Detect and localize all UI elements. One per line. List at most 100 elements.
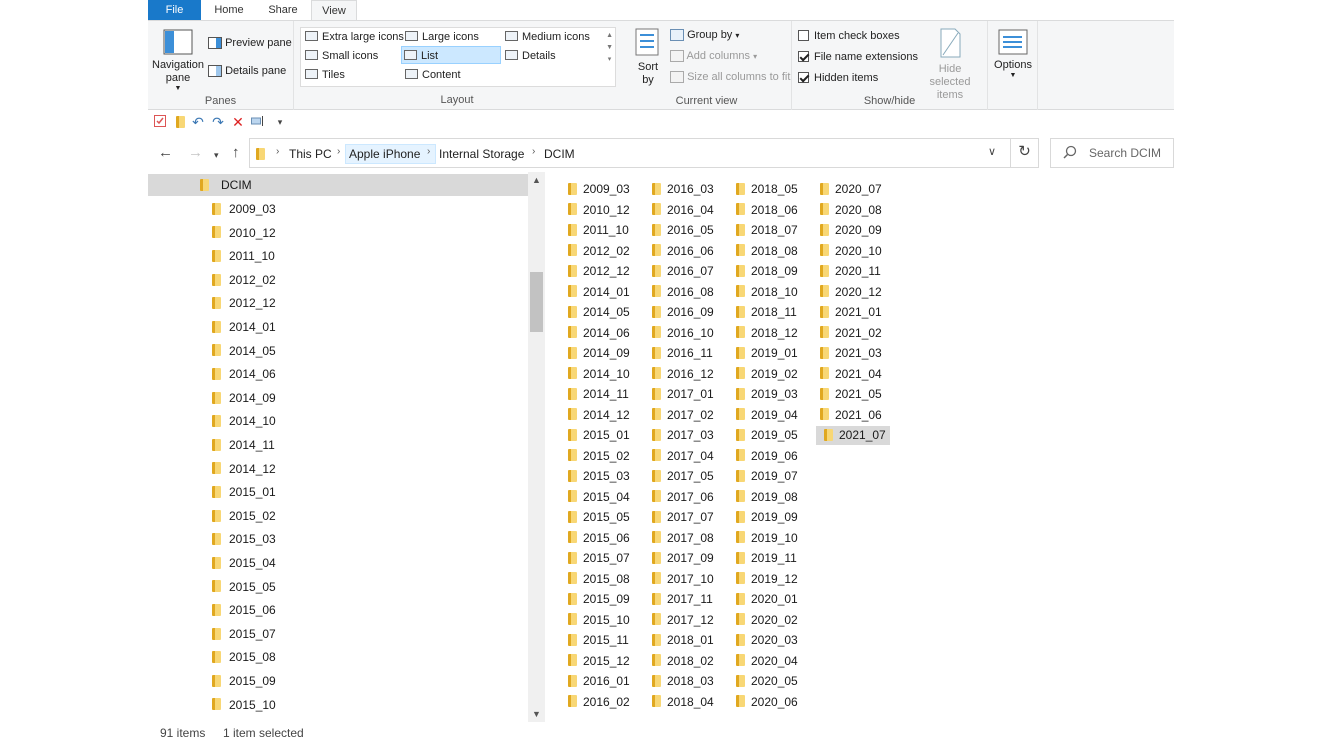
file-name-extensions-checkbox[interactable] (798, 50, 809, 62)
folder-item[interactable]: 2020_01 (728, 590, 810, 609)
folder-item[interactable]: 2016_11 (644, 344, 726, 363)
folder-item[interactable]: 2020_04 (728, 652, 810, 671)
folder-item[interactable]: 2016_05 (644, 221, 726, 240)
folder-item[interactable]: 2015_06 (560, 529, 642, 548)
undo-icon[interactable]: ↶ (190, 114, 206, 130)
breadcrumb-chevron-icon[interactable]: › (337, 146, 340, 157)
breadcrumb-this-pc[interactable]: This PC (286, 145, 335, 163)
folder-item[interactable]: 2016_02 (560, 693, 642, 712)
tree-item-dcim[interactable]: DCIM (148, 174, 528, 196)
folder-item[interactable]: 2021_01 (812, 303, 894, 322)
redo-icon[interactable]: ↷ (210, 114, 226, 130)
hidden-items-checkbox[interactable] (798, 71, 809, 83)
folder-item[interactable]: 2021_03 (812, 344, 894, 363)
folder-item[interactable]: 2012_02 (560, 242, 642, 261)
folder-item[interactable]: 2018_04 (644, 693, 726, 712)
folder-item[interactable]: 2014_09 (560, 344, 642, 363)
folder-item[interactable]: 2019_08 (728, 488, 810, 507)
tree-item[interactable]: 2012_12 (148, 292, 528, 314)
folder-item[interactable]: 2017_07 (644, 508, 726, 527)
navigation-pane-button[interactable]: Navigation pane ▼ (151, 29, 205, 92)
folder-item[interactable]: 2016_08 (644, 283, 726, 302)
folder-item[interactable]: 2015_03 (560, 467, 642, 486)
tab-share[interactable]: Share (258, 0, 308, 20)
refresh-icon[interactable]: ↻ (1010, 138, 1038, 168)
folder-item[interactable]: 2019_07 (728, 467, 810, 486)
folder-item[interactable]: 2020_08 (812, 201, 894, 220)
folder-item[interactable]: 2016_10 (644, 324, 726, 343)
folder-item[interactable]: 2019_04 (728, 406, 810, 425)
forward-arrow-icon[interactable]: → (188, 144, 203, 162)
breadcrumb-chevron-icon[interactable]: › (276, 146, 279, 157)
folder-item[interactable]: 2015_09 (560, 590, 642, 609)
folder-item[interactable]: 2014_11 (560, 385, 642, 404)
tree-item[interactable]: 2011_10 (148, 245, 528, 267)
folder-item[interactable]: 2014_12 (560, 406, 642, 425)
layout-medium-icons[interactable]: Medium icons (503, 28, 590, 46)
folder-item[interactable]: 2020_03 (728, 631, 810, 650)
folder-item[interactable]: 2015_02 (560, 447, 642, 466)
folder-item[interactable]: 2018_10 (728, 283, 810, 302)
up-arrow-icon[interactable]: ↑ (232, 144, 240, 162)
folder-item[interactable]: 2015_10 (560, 611, 642, 630)
folder-item[interactable]: 2019_11 (728, 549, 810, 568)
breadcrumb-chevron-icon[interactable]: › (427, 146, 430, 157)
folder-item[interactable]: 2019_05 (728, 426, 810, 445)
tab-home[interactable]: Home (205, 0, 253, 20)
folder-item[interactable]: 2020_10 (812, 242, 894, 261)
folder-item[interactable]: 2018_03 (644, 672, 726, 691)
tree-item[interactable]: 2014_05 (148, 340, 528, 362)
folder-item[interactable]: 2019_10 (728, 529, 810, 548)
add-columns-button[interactable]: Add columns ▾ (670, 48, 757, 65)
tree-item[interactable]: 2015_07 (148, 623, 528, 645)
folder-item[interactable]: 2020_02 (728, 611, 810, 630)
folder-item[interactable]: 2020_06 (728, 693, 810, 712)
breadcrumb-dcim[interactable]: DCIM (541, 145, 578, 163)
folder-item[interactable]: 2021_02 (812, 324, 894, 343)
folder-item[interactable]: 2017_08 (644, 529, 726, 548)
folder-item[interactable]: 2020_11 (812, 262, 894, 281)
folder-item[interactable]: 2017_11 (644, 590, 726, 609)
folder-item[interactable]: 2018_08 (728, 242, 810, 261)
sort-by-button[interactable]: Sort by (628, 27, 668, 87)
size-all-columns-button[interactable]: Size all columns to fit (670, 69, 790, 85)
folder-item[interactable]: 2019_01 (728, 344, 810, 363)
folder-item[interactable]: 2017_03 (644, 426, 726, 445)
folder-item[interactable]: 2018_02 (644, 652, 726, 671)
folder-item[interactable]: 2014_05 (560, 303, 642, 322)
rename-icon[interactable] (250, 114, 266, 130)
folder-item[interactable]: 2018_11 (728, 303, 810, 322)
tree-item[interactable]: 2015_04 (148, 552, 528, 574)
hide-selected-items-button[interactable]: Hide selected items (916, 27, 984, 102)
tab-file[interactable]: File (148, 0, 201, 20)
preview-pane-button[interactable]: Preview pane (208, 35, 292, 51)
folder-item[interactable]: 2019_06 (728, 447, 810, 466)
tree-item[interactable]: 2015_08 (148, 646, 528, 668)
layout-list[interactable]: List (401, 46, 501, 64)
folder-item[interactable]: 2016_01 (560, 672, 642, 691)
tree-item[interactable]: 2010_12 (148, 222, 528, 244)
layout-content[interactable]: Content (403, 66, 461, 84)
scroll-down-arrow-icon[interactable]: ▼ (532, 709, 541, 719)
layout-details[interactable]: Details (503, 47, 556, 65)
tree-item[interactable]: 2014_11 (148, 434, 528, 456)
folder-item[interactable]: 2012_12 (560, 262, 642, 281)
layout-small-icons[interactable]: Small icons (303, 47, 378, 65)
folder-item[interactable]: 2018_05 (728, 180, 810, 199)
folder-item[interactable]: 2015_11 (560, 631, 642, 650)
folder-item[interactable]: 2017_02 (644, 406, 726, 425)
folder-item[interactable]: 2014_01 (560, 283, 642, 302)
tree-scrollbar[interactable]: ▲ ▼ (528, 172, 545, 722)
tab-view[interactable]: View (311, 0, 357, 21)
folder-item[interactable]: 2017_05 (644, 467, 726, 486)
tree-item[interactable]: 2014_09 (148, 387, 528, 409)
item-check-boxes-toggle[interactable]: Item check boxes (798, 28, 900, 44)
folder-item[interactable]: 2020_07 (812, 180, 894, 199)
folder-item[interactable]: 2021_05 (812, 385, 894, 404)
folder-item[interactable]: 2019_12 (728, 570, 810, 589)
folder-item[interactable]: 2018_06 (728, 201, 810, 220)
tree-item[interactable]: 2015_06 (148, 599, 528, 621)
tree-item[interactable]: 2015_01 (148, 481, 528, 503)
new-folder-icon[interactable] (172, 114, 188, 130)
item-check-boxes-checkbox[interactable] (798, 29, 809, 41)
